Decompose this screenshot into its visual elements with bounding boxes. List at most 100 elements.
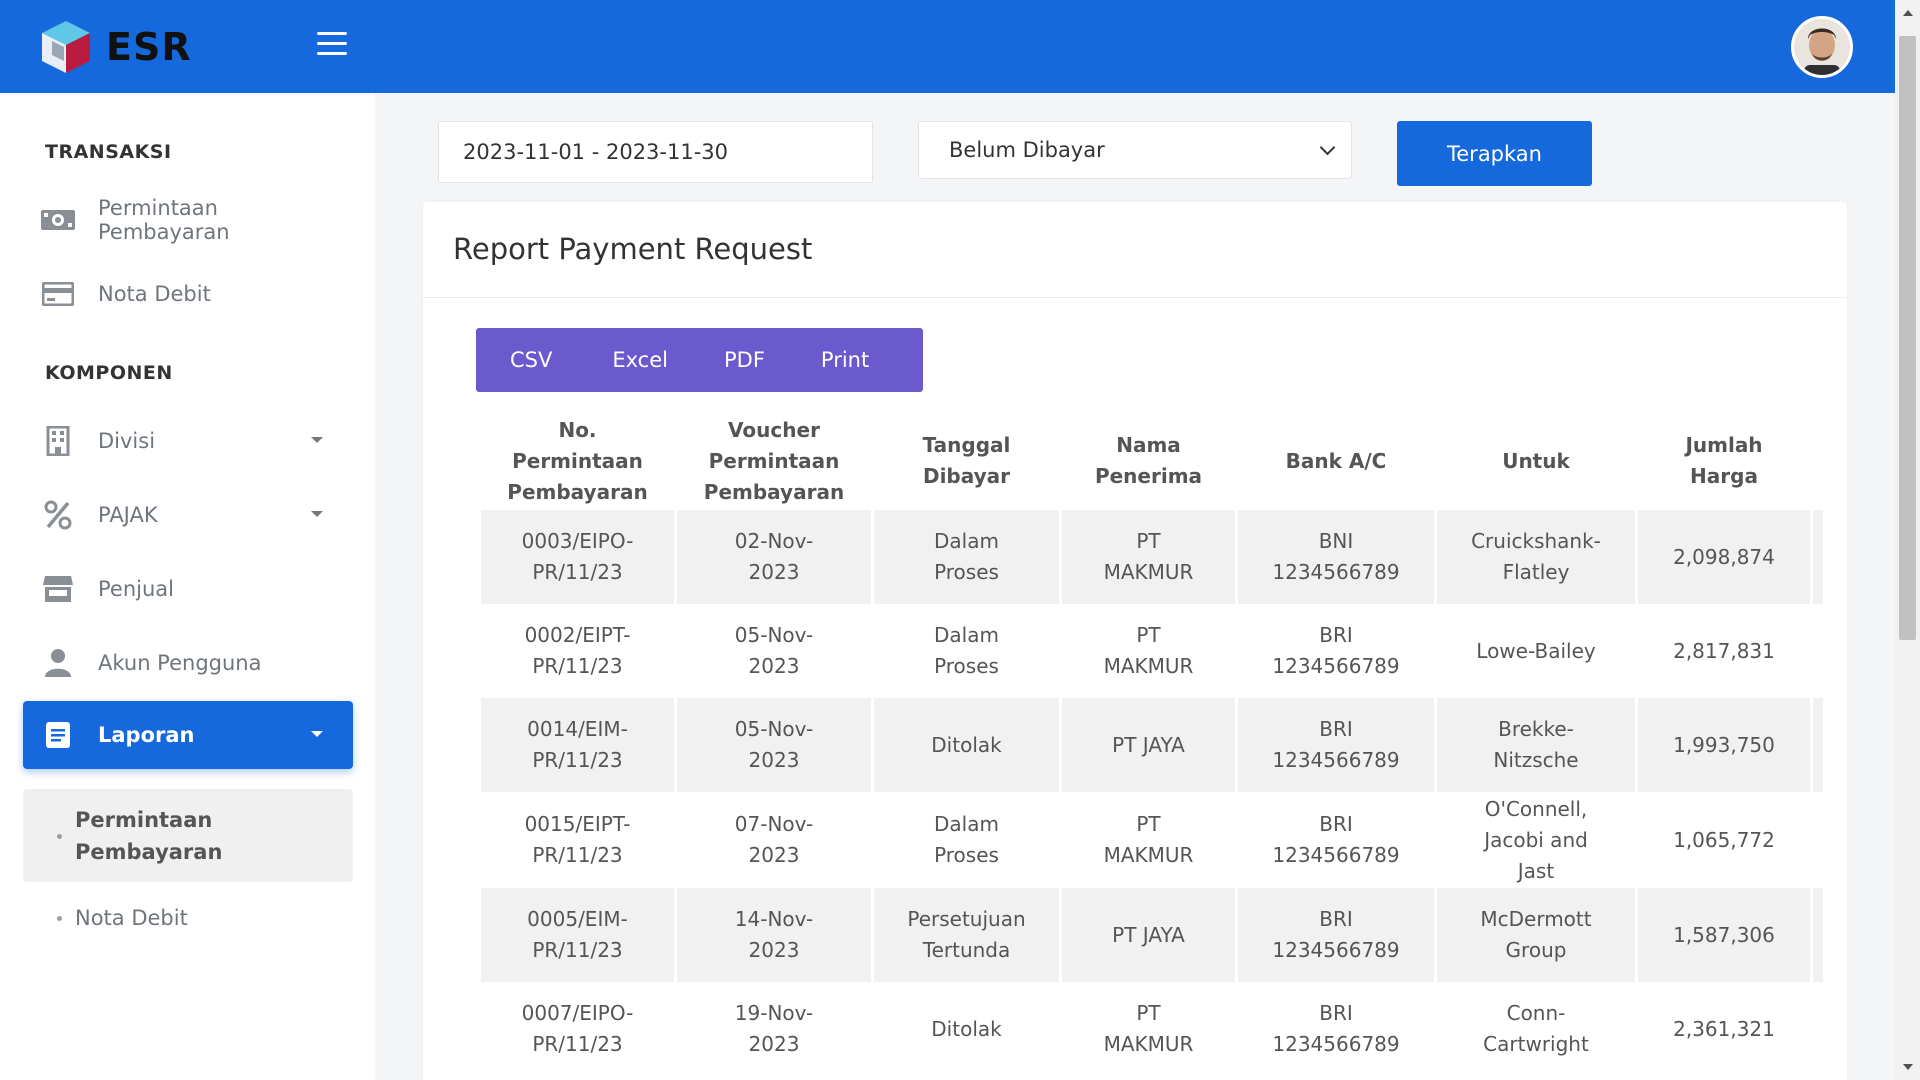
- column-header[interactable]: Nama Penerima: [1062, 412, 1235, 510]
- table-cell-text: PR/11/23: [532, 654, 623, 678]
- table-cell-text: MAKMUR: [1103, 843, 1194, 867]
- scroll-down-arrow-icon[interactable]: [1903, 1064, 1913, 1070]
- column-header-text: No.: [558, 417, 597, 442]
- table-row[interactable]: 0007/EIPO- PR/11/23 19-Nov- 2023 Ditolak PT MA…: [481, 982, 1823, 1076]
- submenu-label-line1: Permintaan: [75, 808, 213, 832]
- column-header-text: Voucher: [728, 417, 820, 442]
- table-cell: 2,361,321: [1638, 982, 1810, 1076]
- table-cell: Dalam Proses: [874, 792, 1059, 888]
- chevron-down-icon: [311, 731, 323, 737]
- user-avatar[interactable]: [1791, 16, 1853, 78]
- table-cell-text: Cruickshank-: [1471, 529, 1601, 553]
- sidebar-item-pajak[interactable]: PAJAK: [23, 481, 353, 549]
- table-row[interactable]: 0005/EIM- PR/11/23 14-Nov- 2023 Persetujuan T…: [481, 888, 1823, 982]
- table-cell: Cruickshank- Flatley: [1437, 510, 1635, 604]
- table-cell: PT MAKMUR: [1062, 604, 1235, 698]
- column-header-text: Penerima: [1094, 464, 1203, 488]
- table-cell-text: BRI: [1319, 812, 1353, 836]
- table-cell: 0005/EIM- PR/11/23: [481, 888, 674, 982]
- table-cell: Lowe-Bailey: [1437, 604, 1635, 698]
- table-cell: 05-Nov- 2023: [677, 698, 871, 792]
- column-header[interactable]: Jumlah Harga: [1638, 412, 1810, 510]
- date-range-input[interactable]: [438, 121, 873, 183]
- table-cell-text: BRI: [1319, 1001, 1353, 1025]
- column-header[interactable]: Bank A/C: [1238, 412, 1434, 510]
- table-cell-text: PR/11/23: [532, 938, 623, 962]
- apply-button[interactable]: Terapkan: [1397, 121, 1592, 186]
- table-cell-text: PT: [1136, 529, 1161, 553]
- table-row[interactable]: 0014/EIM- PR/11/23 05-Nov- 2023 Ditolak PT JA…: [481, 698, 1823, 792]
- sidebar-item-nota-debit[interactable]: Nota Debit: [23, 260, 353, 328]
- money-icon: [41, 205, 75, 235]
- table-cell-text: BRI: [1319, 907, 1353, 931]
- table-cell-text: Jacobi and: [1484, 827, 1588, 852]
- sidebar-item-permintaan-pembayaran[interactable]: Permintaan Pembayaran: [23, 186, 353, 254]
- chevron-down-icon: [1319, 139, 1336, 156]
- sidebar-item-akun-pengguna[interactable]: Akun Pengguna: [23, 629, 353, 697]
- table-cell-text: MAKMUR: [1103, 560, 1194, 584]
- table-cell: BRI 1234566789: [1238, 792, 1434, 888]
- column-header-text: Untuk: [1502, 448, 1570, 473]
- scrollbar-thumb[interactable]: [1899, 36, 1916, 640]
- submenu-item-permintaan-pembayaran[interactable]: Permintaan Pembayaran: [57, 804, 222, 868]
- column-header-text: Permintaan: [708, 448, 840, 473]
- table-cell-text: 1234566789: [1272, 843, 1400, 867]
- table-cell: Ditolak: [874, 982, 1059, 1076]
- table-row[interactable]: 0015/EIPT- PR/11/23 07-Nov- 2023 Dalam Proses…: [481, 792, 1823, 888]
- table-cell-text: PR/11/23: [532, 560, 623, 584]
- scroll-up-arrow-icon[interactable]: [1903, 10, 1913, 16]
- sidebar-item-laporan[interactable]: Laporan: [23, 701, 353, 769]
- export-button-group: CSV Excel PDF Print: [476, 328, 923, 392]
- column-header[interactable]: Voucher Permintaan Pembayaran: [677, 412, 871, 510]
- table-cell-text: 1,065,772: [1673, 827, 1775, 852]
- table-cell-text: 0003/EIPO-: [521, 529, 634, 553]
- hamburger-menu-icon[interactable]: [317, 32, 347, 56]
- column-header-overflow: [1813, 412, 1823, 510]
- table-cell: PT MAKMUR: [1062, 510, 1235, 604]
- table-cell-text: 2,098,874: [1673, 544, 1775, 569]
- table-cell-text: 1234566789: [1272, 654, 1400, 678]
- submenu-item-label: Nota Debit: [75, 906, 188, 930]
- table-cell-text: 05-Nov-: [734, 717, 814, 741]
- column-header[interactable]: Untuk: [1437, 412, 1635, 510]
- export-pdf-button[interactable]: PDF: [724, 328, 765, 392]
- submenu-item-nota-debit[interactable]: Nota Debit: [57, 902, 188, 934]
- table-cell-text: 2,817,831: [1673, 638, 1775, 663]
- status-select[interactable]: Belum Dibayar: [918, 121, 1352, 179]
- column-header-text: Dibayar: [922, 464, 1011, 488]
- table-cell-text: 2023: [748, 560, 800, 584]
- table-cell: 02-Nov- 2023: [677, 510, 871, 604]
- chevron-down-icon: [311, 437, 323, 443]
- column-header[interactable]: Tanggal Dibayar: [874, 412, 1059, 510]
- column-header[interactable]: No. Permintaan Pembayaran: [481, 412, 674, 510]
- table-cell-text: 1,993,750: [1673, 732, 1775, 757]
- table-row[interactable]: 0003/EIPO- PR/11/23 02-Nov- 2023 Dalam Proses…: [481, 510, 1823, 604]
- table-cell: 2,098,874: [1638, 510, 1810, 604]
- sidebar-item-label: Divisi: [98, 429, 156, 453]
- table-row[interactable]: 0002/EIPT- PR/11/23 05-Nov- 2023 Dalam Proses…: [481, 604, 1823, 698]
- table-cell: Dalam Proses: [874, 510, 1059, 604]
- table-cell-text: MAKMUR: [1103, 1032, 1194, 1056]
- export-excel-button[interactable]: Excel: [612, 328, 668, 392]
- page-scrollbar[interactable]: [1895, 0, 1920, 1080]
- export-csv-button[interactable]: CSV: [510, 328, 552, 392]
- table-cell: Conn- Cartwright: [1437, 982, 1635, 1076]
- sidebar-item-divisi[interactable]: Divisi: [23, 407, 353, 475]
- sidebar-item-label: Penjual: [98, 577, 174, 601]
- percent-icon: [41, 500, 75, 530]
- table-cell-text: BRI: [1319, 623, 1353, 647]
- export-print-button[interactable]: Print: [821, 328, 869, 392]
- sidebar-item-penjual[interactable]: Penjual: [23, 555, 353, 623]
- table-cell-overflow: [1813, 982, 1823, 1076]
- table-cell-text: 02-Nov-: [734, 529, 814, 553]
- column-header-text: Pembayaran: [507, 479, 648, 504]
- column-header-text: Pembayaran: [703, 479, 845, 504]
- table-cell-overflow: [1813, 604, 1823, 698]
- table-cell-text: Proses: [934, 560, 999, 584]
- column-header-text: Bank A/C: [1285, 448, 1387, 473]
- table-cell: Dalam Proses: [874, 604, 1059, 698]
- table-cell: BRI 1234566789: [1238, 888, 1434, 982]
- table-cell-text: BNI: [1318, 529, 1354, 553]
- table-cell: 0007/EIPO- PR/11/23: [481, 982, 674, 1076]
- table-cell: Ditolak: [874, 698, 1059, 792]
